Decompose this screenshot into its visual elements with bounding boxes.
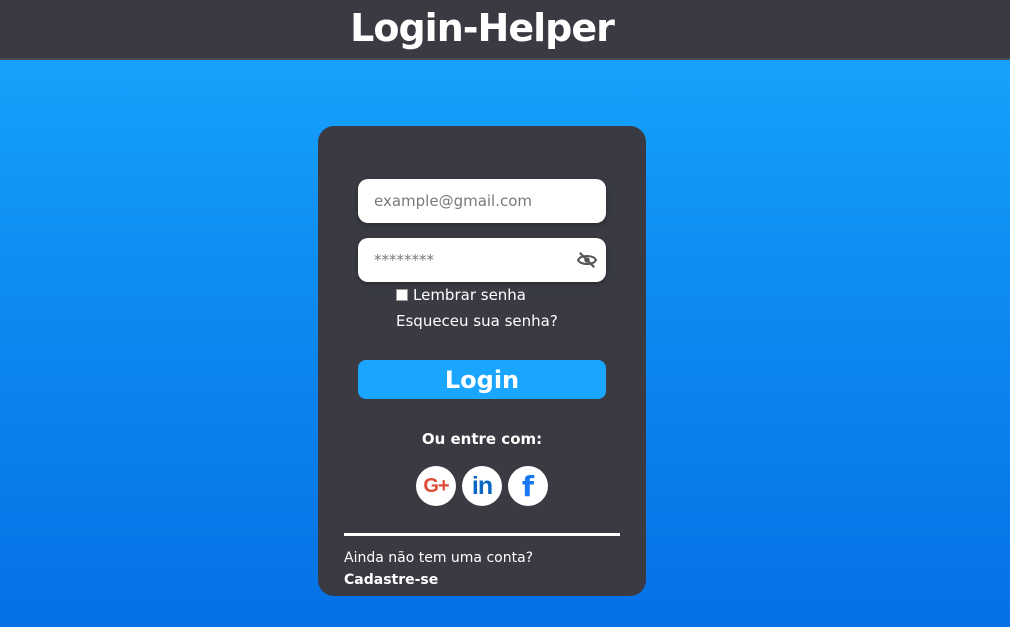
signup-link[interactable]: Cadastre-se — [344, 572, 438, 588]
email-field[interactable] — [358, 179, 606, 223]
linkedin-button[interactable]: in — [462, 466, 502, 506]
facebook-icon: f — [521, 469, 535, 503]
social-login-group: G+ in f — [416, 466, 548, 506]
remember-password[interactable]: Lembrar senha — [396, 286, 526, 304]
password-field[interactable] — [358, 238, 606, 282]
email-field-container — [358, 179, 606, 223]
password-field-container — [358, 238, 606, 282]
top-bar: Login-Helper — [0, 0, 1010, 60]
eye-slash-icon[interactable] — [574, 248, 600, 272]
forgot-password-link[interactable]: Esqueceu sua senha? — [396, 312, 558, 330]
linkedin-icon: in — [471, 471, 493, 500]
login-button[interactable]: Login — [358, 360, 606, 399]
divider — [344, 533, 620, 536]
google-plus-icon: G+ — [423, 474, 449, 497]
or-sign-in-with-label: Ou entre com: — [421, 430, 543, 448]
no-account-text: Ainda não tem uma conta? — [344, 550, 534, 566]
google-plus-button[interactable]: G+ — [416, 466, 456, 506]
login-card: Lembrar senha Esqueceu sua senha? Login … — [318, 126, 646, 596]
facebook-button[interactable]: f — [508, 466, 548, 506]
remember-label: Lembrar senha — [413, 286, 526, 304]
remember-checkbox[interactable] — [396, 289, 408, 301]
app-title: Login-Helper — [350, 6, 615, 50]
